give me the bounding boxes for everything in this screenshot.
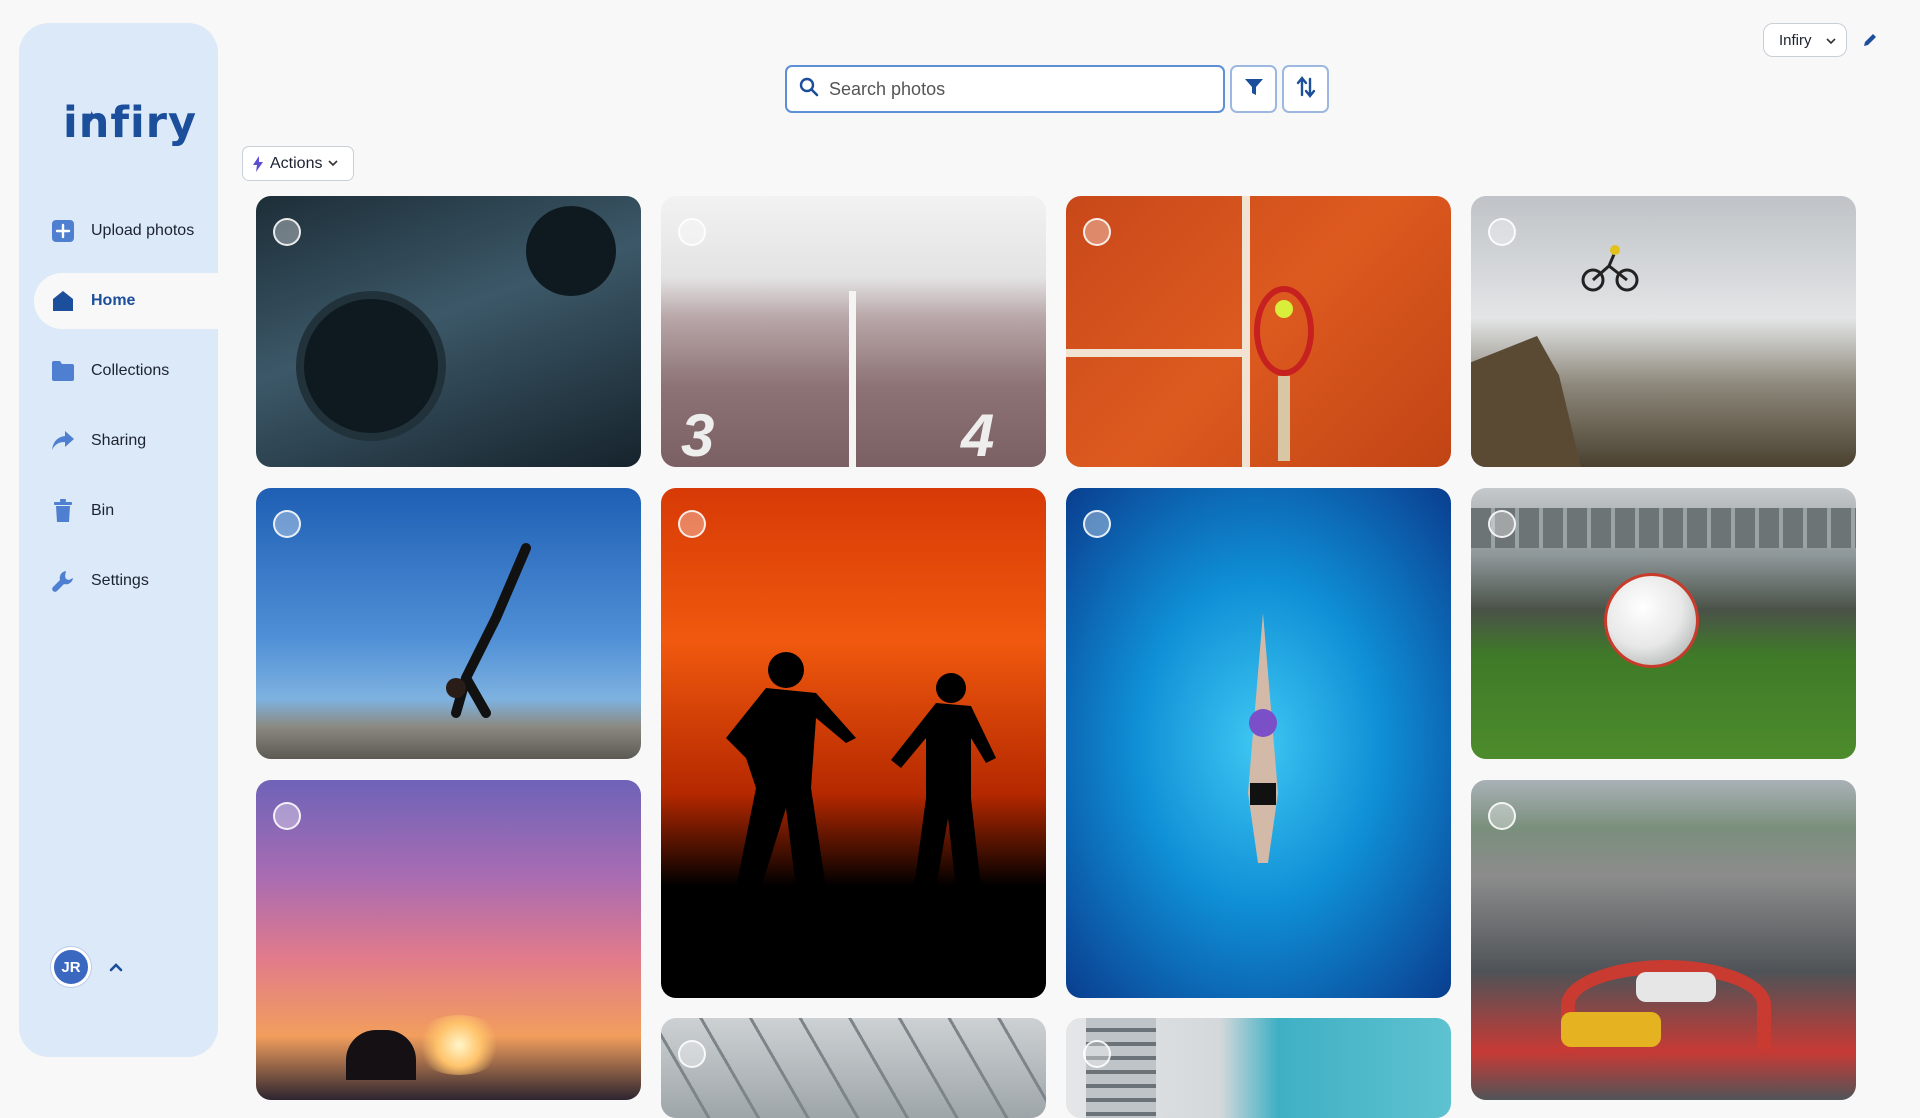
select-checkbox[interactable] [273,218,301,246]
chevron-up-icon[interactable] [107,958,125,976]
yoga-person-shape [416,538,546,728]
sidebar-item-label: Home [91,292,136,309]
actions-dropdown[interactable]: Actions [242,146,354,181]
lightning-icon [252,155,264,172]
plus-square-icon [50,218,76,244]
chevron-down-icon [1826,32,1836,49]
select-checkbox[interactable] [1083,1040,1111,1068]
chevron-down-icon [328,160,339,167]
runner-silhouette-shape [716,648,866,888]
stadium-roof-shape [1471,508,1856,548]
sidebar-item-home[interactable]: Home [34,273,234,329]
sort-arrows-icon [1295,75,1317,104]
sidebar-item-label: Bin [91,502,115,519]
trash-icon [50,498,76,524]
select-checkbox[interactable] [1083,510,1111,538]
athlete-silhouette-shape [346,1030,416,1080]
court-line-shape [1242,196,1250,467]
tennis-ball-shape [1275,300,1293,318]
pencil-icon[interactable] [1860,30,1880,50]
photo-yoga[interactable] [256,488,641,759]
cliff-shape [1471,336,1581,467]
photo-weightlifting[interactable] [256,196,641,467]
sidebar-item-label: Collections [91,362,170,379]
sort-button[interactable] [1282,65,1329,113]
lane-number-shape: 4 [961,402,995,467]
avatar[interactable]: JR [51,947,91,987]
select-checkbox[interactable] [1083,218,1111,246]
runner-silhouette-shape [886,668,1006,888]
sparkle-icon: ✦ [85,109,99,126]
photo-sunset-athlete[interactable] [256,780,641,1100]
sidebar: ✦ infiry Upload photos Home Collections [19,23,234,1057]
photo-race-cars[interactable] [1471,780,1856,1100]
app-logo[interactable]: ✦ infiry [63,83,196,163]
filter-icon [1244,77,1264,102]
photo-city-buildings[interactable] [1066,1018,1451,1118]
select-checkbox[interactable] [1488,218,1516,246]
app-logo-text: infiry [62,98,198,148]
search-input[interactable] [829,78,1209,100]
barbell-plate-shape [526,206,616,296]
photo-running-track[interactable]: 3 4 [661,196,1046,467]
photo-soccer-ball[interactable] [1471,488,1856,759]
photo-stadium-roof[interactable] [661,1018,1046,1118]
photo-runners-sunset[interactable] [661,488,1046,998]
actions-label: Actions [270,154,323,172]
search-box[interactable] [785,65,1225,113]
lane-line-shape [849,291,856,467]
sidebar-item-settings[interactable]: Settings [19,553,218,609]
workspace-select-value: Infiry [1779,31,1812,49]
sun-shape [414,1015,504,1075]
user-menu[interactable]: JR [51,947,125,987]
court-line-shape [1066,349,1246,357]
select-checkbox[interactable] [678,218,706,246]
share-icon [50,428,76,454]
photo-swimmer[interactable] [1066,488,1451,998]
search-bar [785,65,1329,113]
select-checkbox[interactable] [678,1040,706,1068]
photo-tennis[interactable] [1066,196,1451,467]
filter-button[interactable] [1230,65,1277,113]
search-icon [799,77,819,102]
workspace-select[interactable]: Infiry [1763,23,1847,57]
sidebar-item-sharing[interactable]: Sharing [19,413,218,469]
sidebar-item-label: Sharing [91,432,147,449]
soccer-ball-shape [1604,573,1699,668]
swimmer-shape [1238,613,1288,863]
roof-beams-shape [661,1018,1046,1118]
select-checkbox[interactable] [678,510,706,538]
sidebar-item-upload-photos[interactable]: Upload photos [19,203,218,259]
select-checkbox[interactable] [1488,510,1516,538]
race-car-shape [1561,1012,1661,1047]
biker-shape [1581,244,1639,292]
barbell-plate-shape [296,291,446,441]
select-checkbox[interactable] [273,802,301,830]
select-checkbox[interactable] [1488,802,1516,830]
workspace-controls: Infiry [1763,23,1880,57]
race-car-shape [1636,972,1716,1002]
select-checkbox[interactable] [273,510,301,538]
lane-number-shape: 3 [681,402,715,467]
sidebar-item-label: Upload photos [91,222,195,239]
wrench-icon [50,568,76,594]
sidebar-item-bin[interactable]: Bin [19,483,218,539]
sidebar-item-label: Settings [91,572,149,589]
building-shape [1086,1018,1156,1118]
sidebar-item-collections[interactable]: Collections [19,343,218,399]
home-icon [50,288,76,314]
racket-handle-shape [1278,376,1290,461]
folder-icon [50,358,76,384]
photo-mountain-bike[interactable] [1471,196,1856,467]
